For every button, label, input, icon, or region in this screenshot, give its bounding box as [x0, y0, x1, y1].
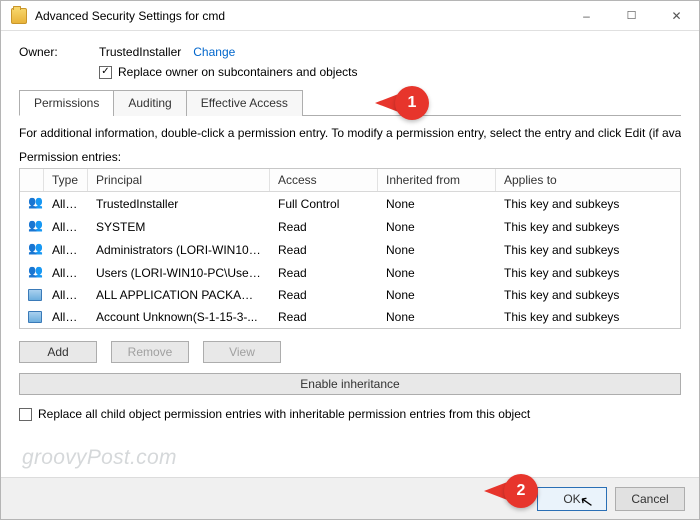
- window-title: Advanced Security Settings for cmd: [35, 9, 564, 23]
- info-text: For additional information, double-click…: [19, 126, 681, 140]
- table-row[interactable]: AllowTrustedInstallerFull ControlNoneThi…: [20, 192, 680, 215]
- col-icon: [20, 169, 44, 191]
- close-button[interactable]: [654, 2, 699, 30]
- maximize-button[interactable]: [609, 2, 654, 30]
- cell-inherited: None: [378, 308, 496, 326]
- cell-access: Read: [270, 264, 378, 282]
- package-icon: [20, 307, 44, 327]
- add-button[interactable]: Add: [19, 341, 97, 363]
- callout-bubble-2: 2: [504, 474, 538, 508]
- cell-inherited: None: [378, 195, 496, 213]
- cell-inherited: None: [378, 286, 496, 304]
- cell-inherited: None: [378, 218, 496, 236]
- cell-principal: Administrators (LORI-WIN10-...: [88, 241, 270, 259]
- table-row[interactable]: AllowSYSTEMReadNoneThis key and subkeys: [20, 215, 680, 238]
- remove-button: Remove: [111, 341, 189, 363]
- tab-auditing[interactable]: Auditing: [113, 90, 186, 116]
- cell-type: Allow: [44, 195, 88, 213]
- tab-effective-access[interactable]: Effective Access: [186, 90, 303, 116]
- cell-type: Allow: [44, 286, 88, 304]
- cell-principal: Users (LORI-WIN10-PC\Users): [88, 264, 270, 282]
- folder-icon: [11, 8, 27, 24]
- replace-owner-row: Replace owner on subcontainers and objec…: [99, 65, 681, 79]
- cell-applies: This key and subkeys: [496, 286, 680, 304]
- replace-all-label[interactable]: Replace all child object permission entr…: [38, 407, 530, 421]
- cell-inherited: None: [378, 264, 496, 282]
- table-header: Type Principal Access Inherited from App…: [20, 169, 680, 192]
- cell-access: Read: [270, 241, 378, 259]
- owner-label: Owner:: [19, 45, 99, 59]
- cell-applies: This key and subkeys: [496, 218, 680, 236]
- cancel-button[interactable]: Cancel: [615, 487, 685, 511]
- cell-applies: This key and subkeys: [496, 241, 680, 259]
- table-row[interactable]: AllowAdministrators (LORI-WIN10-...ReadN…: [20, 238, 680, 261]
- owner-value: TrustedInstaller: [99, 45, 181, 59]
- security-settings-window: Advanced Security Settings for cmd Owner…: [0, 0, 700, 520]
- replace-owner-label[interactable]: Replace owner on subcontainers and objec…: [118, 65, 357, 79]
- entries-label: Permission entries:: [19, 150, 681, 164]
- replace-owner-checkbox[interactable]: [99, 66, 112, 79]
- table-body: AllowTrustedInstallerFull ControlNoneThi…: [20, 192, 680, 328]
- callout-2: 2: [484, 474, 538, 508]
- window-controls: [564, 2, 699, 30]
- cell-principal: ALL APPLICATION PACKAGES: [88, 286, 270, 304]
- cell-applies: This key and subkeys: [496, 264, 680, 282]
- cell-type: Allow: [44, 264, 88, 282]
- callout-1: 1: [375, 86, 429, 120]
- cell-principal: SYSTEM: [88, 218, 270, 236]
- col-principal[interactable]: Principal: [88, 169, 270, 191]
- cell-access: Read: [270, 308, 378, 326]
- cell-access: Read: [270, 218, 378, 236]
- cell-principal: TrustedInstaller: [88, 195, 270, 213]
- cell-principal: Account Unknown(S-1-15-3-...: [88, 308, 270, 326]
- cell-access: Full Control: [270, 195, 378, 213]
- package-icon: [20, 285, 44, 305]
- footer: OK Cancel: [1, 477, 699, 519]
- table-row[interactable]: AllowUsers (LORI-WIN10-PC\Users)ReadNone…: [20, 261, 680, 284]
- change-owner-link[interactable]: Change: [193, 45, 235, 59]
- table-row[interactable]: AllowAccount Unknown(S-1-15-3-...ReadNon…: [20, 306, 680, 328]
- replace-all-checkbox[interactable]: [19, 408, 32, 421]
- users-icon: [20, 262, 44, 283]
- callout-bubble-1: 1: [395, 86, 429, 120]
- titlebar[interactable]: Advanced Security Settings for cmd: [1, 1, 699, 31]
- cell-type: Allow: [44, 308, 88, 326]
- watermark: groovyPost.com: [22, 446, 177, 470]
- entry-buttons: Add Remove View: [19, 341, 681, 363]
- tabs: Permissions Auditing Effective Access: [19, 89, 681, 116]
- view-button: View: [203, 341, 281, 363]
- users-icon: [20, 216, 44, 237]
- col-type[interactable]: Type: [44, 169, 88, 191]
- cell-type: Allow: [44, 218, 88, 236]
- enable-inheritance-button[interactable]: Enable inheritance: [19, 373, 681, 395]
- cell-applies: This key and subkeys: [496, 195, 680, 213]
- cell-inherited: None: [378, 241, 496, 259]
- cell-applies: This key and subkeys: [496, 308, 680, 326]
- users-icon: [20, 193, 44, 214]
- permission-table: Type Principal Access Inherited from App…: [19, 168, 681, 329]
- col-inherited[interactable]: Inherited from: [378, 169, 496, 191]
- replace-all-row: Replace all child object permission entr…: [19, 407, 681, 421]
- users-icon: [20, 239, 44, 260]
- owner-row: Owner: TrustedInstaller Change: [19, 45, 681, 59]
- content-area: Owner: TrustedInstaller Change Replace o…: [1, 31, 699, 477]
- ok-button[interactable]: OK: [537, 487, 607, 511]
- minimize-button[interactable]: [564, 2, 609, 30]
- table-row[interactable]: AllowALL APPLICATION PACKAGESReadNoneThi…: [20, 284, 680, 306]
- cell-type: Allow: [44, 241, 88, 259]
- tab-permissions[interactable]: Permissions: [19, 90, 114, 116]
- cell-access: Read: [270, 286, 378, 304]
- col-applies[interactable]: Applies to: [496, 169, 680, 191]
- col-access[interactable]: Access: [270, 169, 378, 191]
